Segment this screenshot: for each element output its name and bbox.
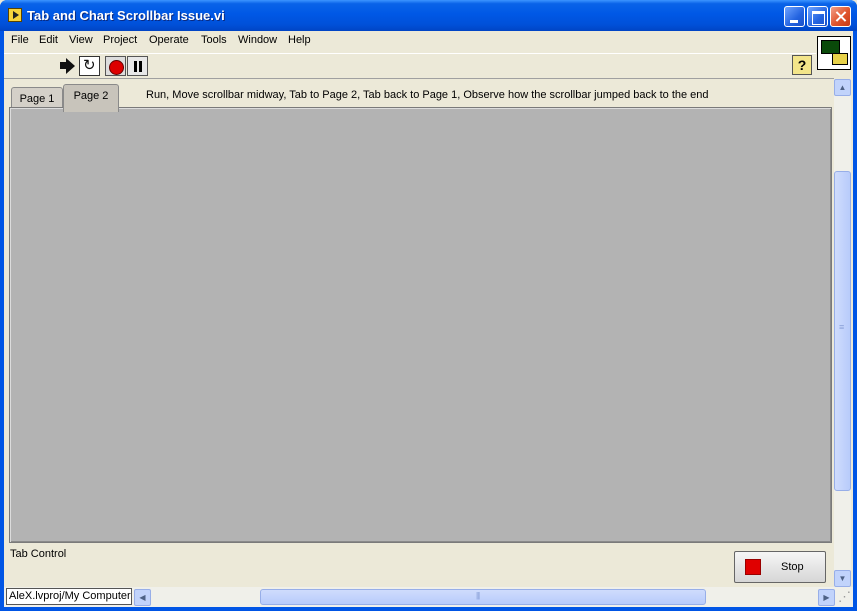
menu-edit[interactable]: Edit <box>39 34 58 46</box>
window-title: Tab and Chart Scrollbar Issue.vi <box>27 8 225 23</box>
stop-button-label: Stop <box>781 561 804 573</box>
menu-bar: File Edit View Project Operate Tools Win… <box>4 31 816 51</box>
menu-operate[interactable]: Operate <box>149 34 189 46</box>
menu-file[interactable]: File <box>11 34 29 46</box>
run-continuously-icon[interactable] <box>79 56 100 76</box>
menu-project[interactable]: Project <box>103 34 137 46</box>
vi-connector-icon[interactable] <box>817 36 851 70</box>
title-bar[interactable]: Tab and Chart Scrollbar Issue.vi <box>0 0 857 31</box>
menu-tools[interactable]: Tools <box>201 34 227 46</box>
vi-window: Tab and Chart Scrollbar Issue.vi File Ed… <box>0 0 857 611</box>
pause-icon[interactable] <box>127 56 148 76</box>
scroll-up-icon[interactable]: ▲ <box>834 79 851 96</box>
minimize-button[interactable] <box>784 6 805 27</box>
application-instance-label[interactable]: AleX.lvproj/My Computer <box>6 588 132 605</box>
run-arrow-icon[interactable] <box>57 56 78 76</box>
vertical-scrollbar[interactable]: ▲ ▼ <box>834 79 851 587</box>
close-button[interactable] <box>830 6 851 27</box>
resize-grip-icon[interactable] <box>837 589 851 605</box>
stop-button[interactable]: Stop <box>734 551 826 583</box>
stop-led-icon <box>745 559 761 575</box>
maximize-button[interactable] <box>807 6 828 27</box>
abort-icon[interactable] <box>105 56 126 76</box>
labview-app-icon[interactable] <box>8 8 22 22</box>
tab-page-2[interactable]: Page 2 <box>63 84 119 112</box>
front-panel: Page 1 Page 2 Run, Move scrollbar midway… <box>4 79 834 587</box>
scroll-left-icon[interactable]: ◀ <box>134 589 151 606</box>
instructions-label: Run, Move scrollbar midway, Tab to Page … <box>146 89 709 101</box>
front-panel-window: File Edit View Project Operate Tools Win… <box>4 31 853 607</box>
status-bar: AleX.lvproj/My Computer ◀ ▶ <box>4 587 853 607</box>
scroll-right-icon[interactable]: ▶ <box>818 589 835 606</box>
toolbar <box>4 53 816 78</box>
tab-control-page <box>9 107 832 543</box>
menu-view[interactable]: View <box>69 34 93 46</box>
menu-help[interactable]: Help <box>288 34 311 46</box>
context-help-button[interactable]: ? <box>792 55 812 75</box>
tab-control-label: Tab Control <box>10 548 67 560</box>
tab-page-1[interactable]: Page 1 <box>11 87 63 109</box>
menu-window[interactable]: Window <box>238 34 277 46</box>
horizontal-scroll-thumb[interactable] <box>260 589 706 605</box>
vertical-scroll-thumb[interactable] <box>834 171 851 491</box>
scroll-down-icon[interactable]: ▼ <box>834 570 851 587</box>
